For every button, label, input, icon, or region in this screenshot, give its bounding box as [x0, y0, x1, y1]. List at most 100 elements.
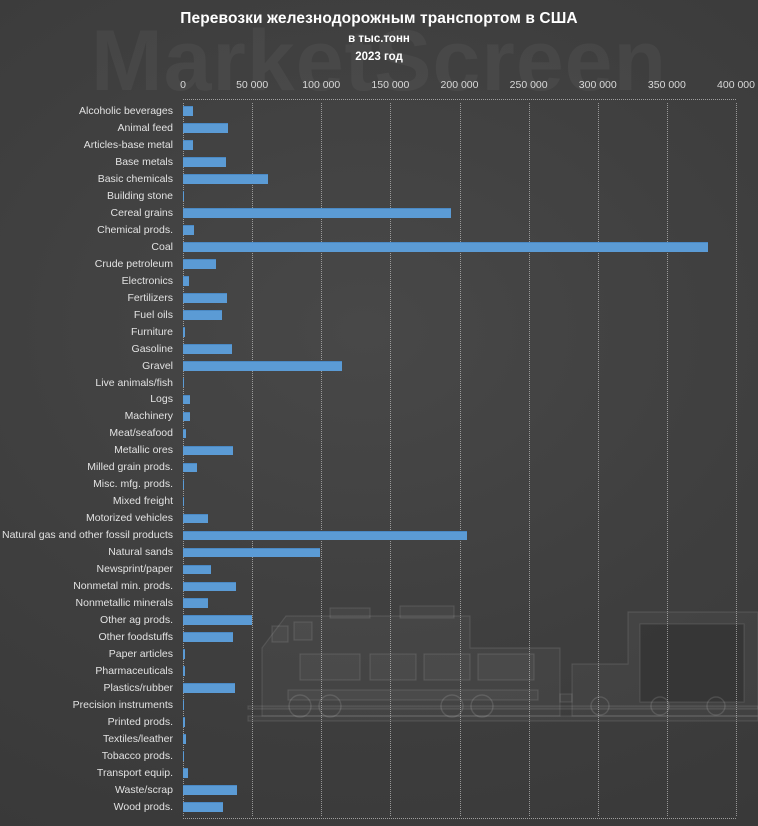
bar	[183, 564, 212, 575]
x-axis-tick-label: 150 000	[371, 79, 410, 91]
bar	[183, 225, 194, 235]
bar	[183, 360, 342, 371]
bar-row	[183, 256, 736, 273]
category-label: Tobacco prods.	[101, 749, 173, 762]
bar	[183, 174, 269, 184]
category-label: Plastics/rubber	[103, 681, 173, 694]
x-axis-tick-label: 250 000	[509, 79, 548, 91]
bar	[183, 394, 191, 405]
category-label: Crude petroleum	[94, 257, 173, 270]
x-axis-tick-label: 200 000	[440, 79, 479, 91]
category-label: Nonmetallic minerals	[75, 597, 173, 610]
bar	[183, 326, 185, 337]
x-axis-tick-label: 50 000	[236, 79, 269, 91]
category-label: Nonmetal min. prods.	[73, 580, 173, 593]
bar-row	[183, 459, 736, 476]
bar	[183, 530, 468, 541]
category-label: Mixed freight	[112, 495, 173, 508]
bar-row	[183, 731, 736, 748]
bar-row	[183, 697, 736, 714]
x-axis-tick-labels: 0 50 000 100 000 150 000 200 000 250 000 300 0…	[0, 79, 758, 95]
bar	[183, 734, 187, 744]
bar-row	[183, 646, 736, 663]
bar	[183, 377, 185, 388]
bar-row	[183, 544, 736, 561]
bar-row	[183, 714, 736, 731]
category-label: Gravel	[142, 359, 173, 372]
bar	[183, 751, 185, 761]
category-label: Natural sands	[108, 546, 173, 559]
category-label: Machinery	[124, 410, 173, 423]
bar-row	[183, 612, 736, 629]
category-label: Animal feed	[117, 121, 173, 134]
bar	[183, 598, 209, 609]
bar-row	[183, 799, 736, 816]
category-label: Milled grain prods.	[87, 461, 173, 474]
category-label: Newsprint/paper	[96, 563, 173, 576]
bar	[183, 157, 227, 167]
category-label: Basic chemicals	[97, 172, 173, 185]
category-label: Precision instruments	[72, 698, 173, 711]
bar	[183, 513, 209, 524]
bar-row	[183, 680, 736, 697]
bar-row	[183, 442, 736, 459]
bar	[183, 106, 193, 116]
category-label: Textiles/leather	[102, 732, 173, 745]
category-label: Other foodstuffs	[98, 631, 173, 644]
x-axis-tick-label: 300 000	[578, 79, 617, 91]
bar	[183, 310, 223, 320]
category-label: Alcoholic beverages	[79, 105, 173, 117]
category-label: Printed prods.	[107, 715, 173, 728]
category-label: Transport equip.	[96, 766, 173, 779]
category-label: Paper articles	[108, 648, 173, 660]
bar-row	[183, 273, 736, 290]
bar	[183, 666, 186, 676]
bar	[183, 717, 186, 727]
category-label: Articles-base metal	[83, 138, 173, 151]
bar-row	[183, 595, 736, 612]
x-axis-tick-label: 400 000	[717, 79, 755, 91]
bar	[183, 191, 185, 201]
bar-row	[183, 188, 736, 205]
bar	[183, 649, 186, 659]
bar	[183, 428, 186, 439]
category-label: Coal	[151, 240, 173, 253]
bar	[183, 683, 235, 693]
category-label: Fuel oils	[133, 308, 173, 321]
bar	[183, 479, 185, 490]
category-label: Pharmaceuticals	[95, 664, 173, 677]
bar-row	[183, 561, 736, 578]
bar	[183, 208, 451, 218]
bar-row	[183, 663, 736, 680]
bar	[183, 700, 185, 710]
bar	[183, 496, 185, 507]
category-label: Waste/scrap	[115, 783, 173, 796]
bar-row	[183, 137, 736, 154]
bar	[183, 615, 253, 626]
bar	[183, 768, 188, 778]
y-axis-category-labels: Alcoholic beverages Animal feed Articles-b…	[0, 103, 179, 816]
bar-row	[183, 782, 736, 799]
bar-row	[183, 341, 736, 358]
bar	[183, 411, 191, 422]
bar-rows	[183, 103, 736, 816]
bar	[183, 785, 238, 795]
bar-row	[183, 408, 736, 425]
category-label: Natural gas and other fossil products	[1, 529, 173, 542]
bar-row	[183, 493, 736, 510]
bar-row	[183, 171, 736, 188]
bar-row	[183, 629, 736, 646]
category-label: Other ag prods.	[100, 614, 173, 627]
bar-row	[183, 765, 736, 782]
bar	[183, 445, 234, 456]
bar	[183, 123, 229, 133]
bar	[183, 581, 236, 592]
bar	[183, 802, 223, 812]
plot-bottom-border	[183, 818, 736, 819]
bar-row	[183, 222, 736, 239]
category-label: Base metals	[115, 155, 173, 168]
plot-area	[183, 99, 737, 819]
bar-row	[183, 239, 736, 256]
bar-row	[183, 103, 736, 120]
gridline	[736, 103, 737, 816]
